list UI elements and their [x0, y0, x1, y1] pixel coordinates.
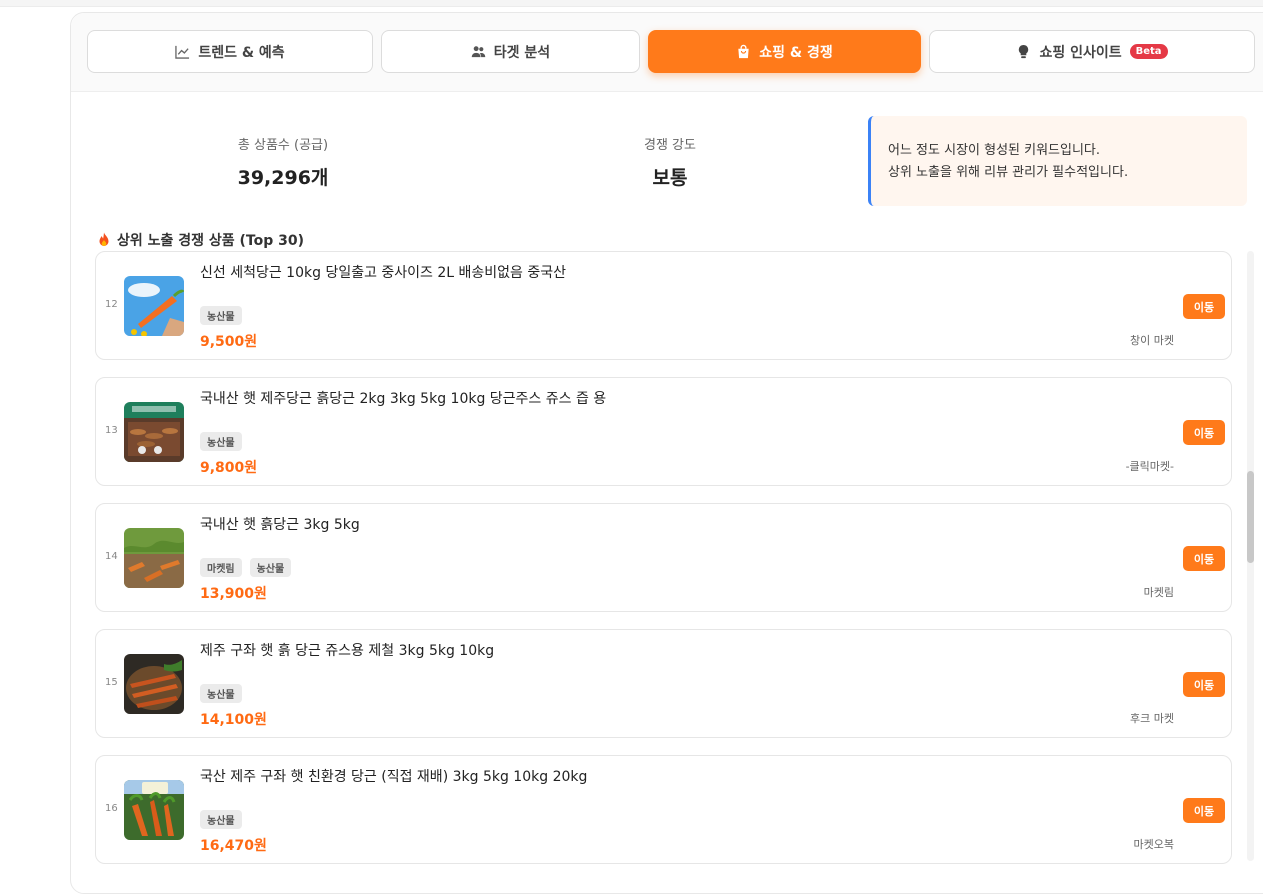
carrot-field-photo-icon — [124, 528, 184, 588]
tab-label: 쇼핑 & 경쟁 — [759, 44, 833, 61]
product-tag: 농산물 — [249, 558, 292, 577]
product-tag: 농산물 — [200, 306, 242, 325]
tab-label: 쇼핑 인사이트 — [1039, 44, 1122, 61]
product-rank: 15 — [105, 677, 118, 688]
go-button[interactable]: 이동 — [1183, 798, 1225, 823]
product-rank: 16 — [105, 803, 118, 814]
carrot-basket-photo-icon — [124, 654, 184, 714]
product-title[interactable]: 국내산 햇 제주당근 흙당근 2kg 3kg 5kg 10kg 당근주스 쥬스 … — [200, 388, 606, 408]
product-tag: 마켓림 — [200, 558, 242, 577]
product-price: 16,470원 — [200, 838, 267, 854]
product-tags: 마켓림 농산물 — [200, 558, 292, 577]
product-seller: -클릭마켓- — [1125, 460, 1174, 473]
list-item[interactable]: 16 국산 제주 구좌 햇 친환경 당근 (직접 재배) 3kg 5kg 10k… — [95, 755, 1232, 864]
product-price: 9,800원 — [200, 460, 258, 476]
product-tag: 농산물 — [200, 810, 242, 829]
product-title[interactable]: 국내산 햇 흙당근 3kg 5kg — [200, 514, 360, 534]
product-tags: 농산물 — [200, 306, 242, 325]
list-item[interactable]: 13 국내산 햇 제주당근 흙당근 2kg 3kg 5kg 10kg 당근주스 … — [95, 377, 1232, 486]
tab-trend-forecast[interactable]: 트렌드 & 예측 — [87, 30, 373, 73]
trend-chart-icon — [175, 44, 190, 59]
product-tag: 농산물 — [200, 432, 242, 451]
list-scrollbar[interactable] — [1247, 251, 1254, 861]
analysis-panel: 트렌드 & 예측 타겟 분석 쇼핑 & 경쟁 쇼핑 인사이트 Beta 총 상품… — [70, 12, 1263, 894]
product-seller: 마켓림 — [1143, 586, 1174, 599]
product-title[interactable]: 신선 세척당근 10kg 당일출고 중사이즈 2L 배송비없음 중국산 — [200, 262, 566, 282]
tab-bar: 트렌드 & 예측 타겟 분석 쇼핑 & 경쟁 쇼핑 인사이트 Beta — [71, 13, 1263, 92]
total-products-value: 39,296개 — [237, 167, 329, 189]
users-icon — [471, 44, 486, 59]
product-tag: 농산물 — [200, 684, 242, 703]
go-button[interactable]: 이동 — [1183, 546, 1225, 571]
product-rank: 14 — [105, 551, 118, 562]
go-button[interactable]: 이동 — [1183, 294, 1225, 319]
product-seller: 마켓오복 — [1133, 838, 1174, 851]
notice-line-1: 어느 정도 시장이 형성된 키워드입니다. — [888, 143, 1101, 158]
total-products-label: 총 상품수 (공급) — [237, 138, 329, 153]
product-price: 14,100원 — [200, 712, 267, 728]
list-item[interactable]: 14 국내산 햇 흙당근 3kg 5kg 마켓림 농산물 13,900원 마켓림… — [95, 503, 1232, 612]
carrot-sky-photo-icon — [124, 276, 184, 336]
scrollbar-thumb[interactable] — [1247, 471, 1254, 563]
shopping-bag-icon — [736, 44, 751, 59]
tab-shopping-insight[interactable]: 쇼핑 인사이트 Beta — [929, 30, 1255, 73]
go-button[interactable]: 이동 — [1183, 672, 1225, 697]
product-title[interactable]: 제주 구좌 햇 흙 당근 쥬스용 제철 3kg 5kg 10kg — [200, 640, 494, 660]
tab-shopping-competition[interactable]: 쇼핑 & 경쟁 — [648, 30, 921, 73]
lightbulb-icon — [1016, 44, 1031, 59]
competition-stat: 경쟁 강도 보통 — [570, 134, 770, 190]
go-button[interactable]: 이동 — [1183, 420, 1225, 445]
total-products-stat: 총 상품수 (공급) 39,296개 — [183, 134, 383, 190]
list-item[interactable]: 12 신선 세척당근 10kg 당일출고 중사이즈 2L 배송비없음 중국산 농… — [95, 251, 1232, 360]
tab-target-analysis[interactable]: 타겟 분석 — [381, 30, 640, 73]
notice-line-2: 상위 노출을 위해 리뷰 관리가 필수적입니다. — [888, 165, 1129, 180]
product-price: 9,500원 — [200, 334, 258, 350]
fire-icon — [97, 232, 111, 248]
carrot-box-photo-icon — [124, 402, 184, 462]
section-title-text: 상위 노출 경쟁 상품 (Top 30) — [117, 233, 305, 249]
product-tags: 농산물 — [200, 684, 242, 703]
browser-top-strip — [0, 0, 1263, 7]
beta-badge: Beta — [1129, 44, 1168, 59]
product-tags: 농산물 — [200, 432, 242, 451]
product-rank: 13 — [105, 425, 118, 436]
tab-label: 트렌드 & 예측 — [198, 44, 285, 61]
product-price: 13,900원 — [200, 586, 267, 602]
product-seller: 후크 마켓 — [1130, 712, 1174, 725]
competition-notice: 어느 정도 시장이 형성된 키워드입니다. 상위 노출을 위해 리뷰 관리가 필… — [868, 116, 1247, 206]
product-title[interactable]: 국산 제주 구좌 햇 친환경 당근 (직접 재배) 3kg 5kg 10kg 2… — [200, 766, 587, 786]
tab-label: 타겟 분석 — [493, 44, 551, 61]
section-title: 상위 노출 경쟁 상품 (Top 30) — [97, 230, 304, 250]
product-seller: 창이 마켓 — [1130, 334, 1174, 347]
carrot-farm-photo-icon — [124, 780, 184, 840]
competition-label: 경쟁 강도 — [644, 138, 696, 153]
product-rank: 12 — [105, 299, 118, 310]
product-tags: 농산물 — [200, 810, 242, 829]
list-item[interactable]: 15 제주 구좌 햇 흙 당근 쥬스용 제철 3kg 5kg 10kg 농산물 … — [95, 629, 1232, 738]
competition-value: 보통 — [652, 167, 688, 189]
